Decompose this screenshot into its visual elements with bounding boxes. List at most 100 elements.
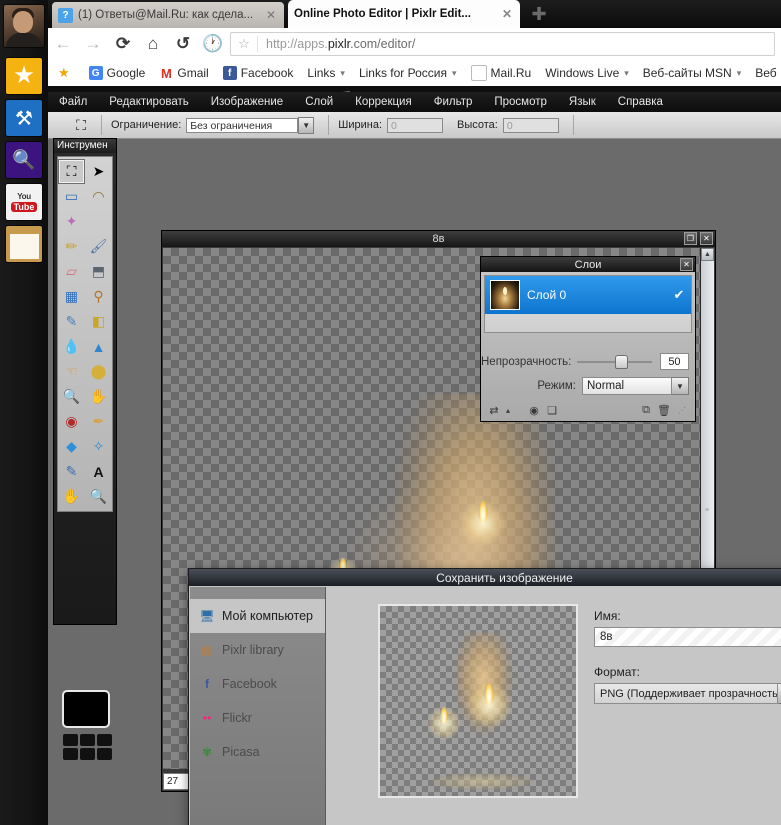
color-picker-tool[interactable]: ✎ xyxy=(58,459,85,484)
color-cell[interactable] xyxy=(80,734,95,746)
bookmark-facebook[interactable]: f Facebook xyxy=(216,62,301,84)
user-avatar[interactable] xyxy=(4,5,44,47)
notes-icon[interactable] xyxy=(6,226,42,262)
brush-tool[interactable]: 🖌 xyxy=(85,234,112,259)
menu-edit[interactable]: Редактировать xyxy=(98,92,199,112)
layer-settings-arrow-icon[interactable]: ▴ xyxy=(503,403,513,418)
close-icon[interactable]: ✕ xyxy=(680,258,693,271)
tab-pixlr[interactable]: ✎ Online Photo Editor | Pixlr Edit... ✕ xyxy=(288,0,520,109)
opacity-value-input[interactable]: 50 xyxy=(659,353,689,370)
delete-layer-icon[interactable]: 🗑 xyxy=(655,403,673,418)
resize-grip-icon[interactable]: ⋰ xyxy=(673,403,691,418)
pinch-tool[interactable]: ✧ xyxy=(85,434,112,459)
layer-visibility-checkbox[interactable]: ✔ xyxy=(672,288,686,302)
move-tool[interactable]: ➤ xyxy=(85,159,112,184)
marquee-select-tool[interactable]: ▭ xyxy=(58,184,85,209)
duplicate-layer-icon[interactable]: ⧉ xyxy=(637,403,655,418)
width-input[interactable]: 0 xyxy=(387,117,444,133)
foreground-color-swatch[interactable] xyxy=(62,690,110,728)
forward-button[interactable]: → xyxy=(78,29,108,59)
sponge-tool[interactable]: ⬤ xyxy=(85,359,112,384)
constraint-dropdown-icon[interactable]: ▼ xyxy=(298,116,315,134)
bookmark-google[interactable]: G Google xyxy=(82,62,153,84)
bookmark-windows-live[interactable]: Windows Live ▾ xyxy=(538,62,636,84)
scroll-up-arrow-icon[interactable]: ▲ xyxy=(701,248,714,261)
constraint-value[interactable]: Без ограничения xyxy=(186,117,299,133)
undo-icon[interactable]: ↺ xyxy=(168,29,198,59)
back-button[interactable]: ← xyxy=(48,29,78,59)
layer-settings-icon[interactable]: ⇄ xyxy=(485,403,503,418)
menu-filter[interactable]: Фильтр xyxy=(423,92,484,112)
maximize-icon[interactable]: ❐ xyxy=(684,232,697,245)
star-icon[interactable]: ★ xyxy=(6,58,42,94)
replace-color-tool[interactable]: ✎ xyxy=(58,309,85,334)
destination-picasa[interactable]: ✾ Picasa xyxy=(190,735,325,769)
home-icon[interactable]: ⌂ xyxy=(138,29,168,59)
menu-view[interactable]: Просмотр xyxy=(483,92,558,112)
menu-layer[interactable]: Слой xyxy=(294,92,344,112)
blend-mode-dropdown-icon[interactable]: ▼ xyxy=(672,377,689,395)
hand-tool[interactable]: ✋ xyxy=(58,484,85,509)
reload-icon[interactable]: ⟳ xyxy=(108,29,138,59)
bookmark-links[interactable]: Links ▾ xyxy=(300,62,352,84)
close-icon[interactable]: ✕ xyxy=(700,232,713,245)
destination-facebook[interactable]: f Facebook xyxy=(190,667,325,701)
menu-language[interactable]: Язык xyxy=(558,92,607,112)
destination-my-computer[interactable]: 🖥 Мой компьютер xyxy=(190,599,325,633)
bookmark-msn[interactable]: Веб-сайты MSN ▾ xyxy=(636,62,748,84)
layers-panel-titlebar[interactable]: Слои ✕ xyxy=(481,257,695,272)
format-select[interactable]: PNG (Поддерживает прозрачность, макс xyxy=(594,683,778,704)
color-cell[interactable] xyxy=(80,748,95,760)
menu-image[interactable]: Изображение xyxy=(200,92,294,112)
history-icon[interactable]: 🕐 xyxy=(198,29,228,59)
crop-tool[interactable]: ⛶ xyxy=(58,159,85,184)
pencil-tool[interactable]: ✏ xyxy=(58,234,85,259)
color-cell[interactable] xyxy=(63,748,78,760)
type-tool[interactable]: A xyxy=(85,459,112,484)
bookmark-gmail[interactable]: M Gmail xyxy=(152,62,215,84)
tab-mailru[interactable]: ? (1) Ответы@Mail.Ru: как сдела... ✕ xyxy=(52,2,284,28)
paint-bucket-tool[interactable]: ⬒ xyxy=(85,259,112,284)
bookmark-links-russia[interactable]: Links for Россия ▾ xyxy=(352,62,464,84)
scroll-grip-icon[interactable]: ≡ xyxy=(703,507,712,519)
drawing-tool[interactable]: ◧ xyxy=(85,309,112,334)
filename-input[interactable]: 8в xyxy=(594,627,781,647)
menu-file[interactable]: Файл xyxy=(48,92,98,112)
spot-heal-tool[interactable]: ✒ xyxy=(85,409,112,434)
sharpen-tool[interactable]: ▲ xyxy=(85,334,112,359)
youtube-icon[interactable]: You Tube xyxy=(6,184,42,220)
search-icon[interactable]: 🔍 xyxy=(6,142,42,178)
blur-tool[interactable]: 💧 xyxy=(58,334,85,359)
dodge-tool[interactable]: 🔍 xyxy=(58,384,85,409)
address-bar[interactable]: ☆ http://apps.pixlr.com/editor/ xyxy=(230,32,775,56)
destination-flickr[interactable]: •• Flickr xyxy=(190,701,325,735)
save-dialog-titlebar[interactable]: Сохранить изображение ✕ xyxy=(189,569,781,586)
color-cell[interactable] xyxy=(97,748,112,760)
eraser-tool[interactable]: ▱ xyxy=(58,259,85,284)
bookmark-web[interactable]: Веб xyxy=(748,62,781,84)
clone-stamp-tool[interactable]: ⚲ xyxy=(85,284,112,309)
tools-icon[interactable]: ⚒ xyxy=(6,100,42,136)
bookmark-mailru[interactable]: Mail.Ru xyxy=(464,62,539,84)
color-cell[interactable] xyxy=(97,734,112,746)
red-eye-tool[interactable]: ◉ xyxy=(58,409,85,434)
tab-close-icon[interactable]: ✕ xyxy=(500,7,514,21)
wand-select-tool[interactable]: ✦ xyxy=(58,209,85,234)
height-input[interactable]: 0 xyxy=(502,117,559,133)
lasso-tool[interactable]: ◠ xyxy=(85,184,112,209)
menu-adjustment[interactable]: Коррекция xyxy=(344,92,423,112)
layer-row[interactable]: Слой 0 ✔ xyxy=(485,276,691,314)
bookmark-star-icon[interactable]: ☆ xyxy=(231,36,258,52)
new-tab-button[interactable]: ✚ xyxy=(526,4,552,26)
add-layer-icon[interactable]: ❏ xyxy=(543,403,561,418)
burn-tool[interactable]: ✋ xyxy=(85,384,112,409)
image-window-titlebar[interactable]: 8в ❐ ✕ xyxy=(162,231,715,247)
layer-mask-icon[interactable]: ◉ xyxy=(525,403,543,418)
zoom-tool[interactable]: 🔍 xyxy=(85,484,112,509)
gradient-tool[interactable]: ▦ xyxy=(58,284,85,309)
slider-handle[interactable] xyxy=(615,354,629,369)
bookmarks-star-icon[interactable]: ★ xyxy=(50,65,78,81)
destination-pixlr-library[interactable]: ▤ Pixlr library xyxy=(190,633,325,667)
color-cell[interactable] xyxy=(63,734,78,746)
smudge-tool[interactable]: ☜ xyxy=(58,359,85,384)
